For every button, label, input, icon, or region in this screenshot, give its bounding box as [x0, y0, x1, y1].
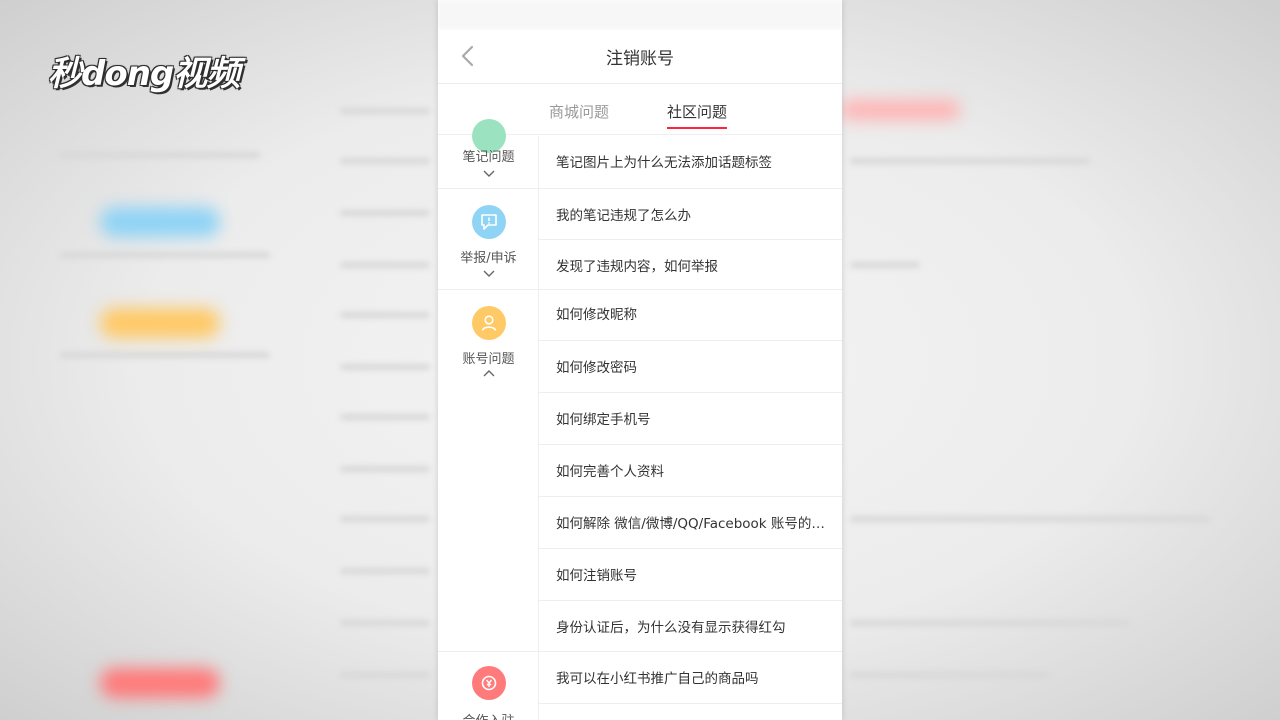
- faq-question[interactable]: 如何完善个人资料: [539, 445, 842, 497]
- category-label: 举报/申诉: [460, 251, 517, 266]
- page-title: 注销账号: [606, 49, 674, 69]
- chat-alert-icon: [472, 205, 506, 239]
- coin-icon: [472, 666, 506, 700]
- question-text: 我的笔记违规了怎么办: [556, 208, 691, 224]
- question-text: 如何修改密码: [556, 360, 637, 376]
- category-label: 账号问题: [462, 352, 515, 367]
- faq-question[interactable]: 如何绑定手机号: [539, 393, 842, 445]
- faq-content: 笔记问题 举报/申诉 账号问题 合作入驻 笔记图片上为什么: [438, 119, 842, 720]
- category-account[interactable]: 账号问题: [438, 290, 539, 652]
- category-report-appeal[interactable]: 举报/申诉: [438, 189, 539, 290]
- faq-question[interactable]: 身份认证后，为什么没有显示获得红勾: [539, 601, 842, 652]
- faq-question[interactable]: 笔记图片上为什么无法添加话题标签: [539, 136, 842, 189]
- active-tab-indicator: [667, 127, 728, 129]
- faq-question[interactable]: 如何注销账号: [539, 549, 842, 601]
- question-text: 笔记图片上为什么无法添加话题标签: [556, 155, 772, 171]
- chevron-up-icon: [483, 370, 495, 377]
- watermark-logo: 秒dong视频: [48, 54, 240, 94]
- question-text: 如何注销账号: [556, 568, 637, 584]
- phone-screen: 注销账号 商城问题 社区问题 笔记问题 举报/申诉 账号问题 笔记图片上为什么无…: [438, 0, 842, 720]
- question-text: 我可以在小红书推广自己的商品吗: [556, 671, 759, 687]
- tab-label: 商城问题: [549, 103, 610, 121]
- category-label: 合作入驻: [438, 710, 539, 720]
- faq-question[interactable]: 如何修改密码: [539, 341, 842, 393]
- chevron-down-icon: [483, 170, 495, 177]
- category-notes[interactable]: 笔记问题: [438, 119, 539, 189]
- question-text: 发现了违规内容，如何举报: [556, 259, 718, 275]
- user-icon: [472, 306, 506, 340]
- question-text: 如何解除 微信/微博/QQ/Facebook 账号的绑定: [556, 516, 836, 532]
- faq-question[interactable]: 如何修改昵称: [539, 290, 842, 341]
- tab-community-issues[interactable]: 社区问题: [667, 101, 728, 129]
- tab-label: 社区问题: [667, 103, 728, 121]
- status-bar: [438, 0, 842, 30]
- faq-question[interactable]: 如何解除 微信/微博/QQ/Facebook 账号的绑定: [539, 497, 842, 549]
- faq-question[interactable]: 我的笔记违规了怎么办: [539, 189, 842, 240]
- question-text: 如何绑定手机号: [556, 412, 651, 428]
- question-text: 身份认证后，为什么没有显示获得红勾: [556, 620, 786, 636]
- faq-question[interactable]: 发现了违规内容，如何举报: [539, 240, 842, 290]
- tab-mall-issues[interactable]: 商城问题: [549, 101, 609, 122]
- question-text: 如何修改昵称: [556, 307, 637, 323]
- question-text: 如何完善个人资料: [556, 464, 664, 480]
- nav-bar: 注销账号: [438, 30, 842, 84]
- faq-question[interactable]: 我可以在小红书推广自己的商品吗: [539, 652, 842, 704]
- chevron-down-icon: [483, 270, 495, 277]
- category-label: 笔记问题: [462, 150, 515, 165]
- category-cooperation[interactable]: 合作入驻: [438, 652, 539, 720]
